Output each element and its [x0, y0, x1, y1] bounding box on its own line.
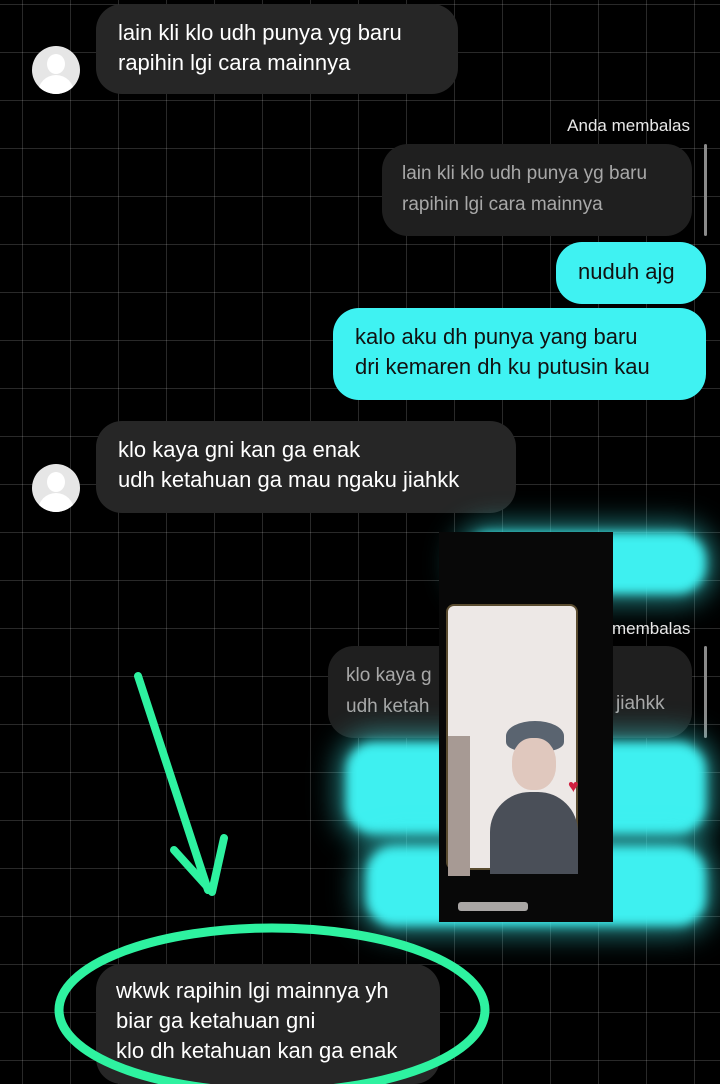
reply-quote-bar — [704, 646, 707, 738]
message-line: klo kaya gni kan ga enak — [118, 437, 361, 462]
outgoing-message[interactable]: kalo aku dh punya yang baru dri kemaren … — [333, 308, 706, 400]
message-line: dri kemaren dh ku putusin kau — [355, 354, 650, 379]
reply-label: membalas — [612, 619, 691, 638]
phone-screen: ♥ — [446, 604, 579, 911]
replied-quote[interactable]: lain kli klo udh punya yg baru rapihin l… — [382, 144, 692, 236]
message-line: nuduh ajg — [578, 259, 675, 284]
arrow-icon — [134, 672, 228, 896]
outgoing-message[interactable]: nuduh ajg — [556, 242, 706, 304]
incoming-message[interactable]: lain kli klo udh punya yg baru rapihin l… — [96, 4, 458, 94]
ellipse-highlight-icon — [54, 923, 490, 1084]
reply-quote-bar — [704, 144, 707, 236]
message-line: kalo aku dh punya yang baru — [355, 324, 638, 349]
message-line: lain kli klo udh punya yg baru — [118, 20, 402, 45]
overlay-photo: ♥ — [439, 532, 613, 922]
quote-line: jiahkk — [616, 693, 665, 714]
incoming-message[interactable]: klo kaya gni kan ga enak udh ketahuan ga… — [96, 421, 516, 513]
message-line: udh ketahuan ga mau ngaku jiahkk — [118, 467, 460, 492]
reply-label: Anda membalas — [567, 116, 690, 135]
quote-line: rapihin lgi cara mainnya — [402, 194, 603, 215]
message-line: rapihin lgi cara mainnya — [118, 50, 351, 75]
quote-line: lain kli klo udh punya yg baru — [402, 163, 648, 184]
avatar[interactable] — [32, 464, 80, 512]
avatar[interactable] — [32, 46, 80, 94]
